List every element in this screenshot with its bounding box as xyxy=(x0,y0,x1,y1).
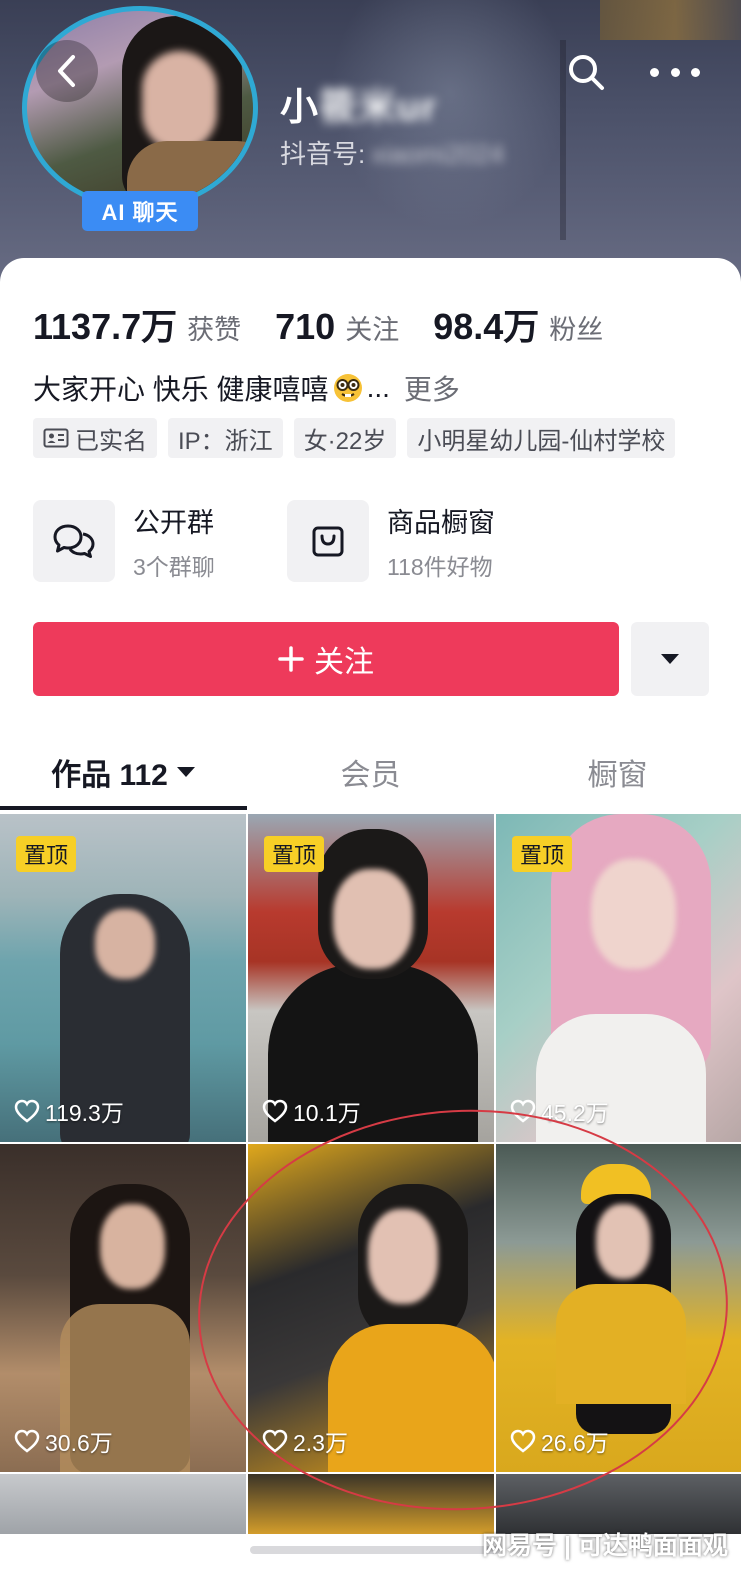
public-group-title: 公开群 xyxy=(133,507,214,538)
tag-ip: IP：浙江 xyxy=(168,418,283,458)
ai-chat-badge[interactable]: AI 聊天 xyxy=(82,191,198,231)
content-tabs: 作品 112 会员 橱窗 xyxy=(0,734,741,810)
tab-showcase[interactable]: 橱窗 xyxy=(494,734,741,810)
feature-row: 公开群 3个群聊 商品橱窗 118件好物 xyxy=(33,500,541,582)
tab-works-label: 作品 112 xyxy=(51,759,168,792)
tag-school[interactable]: 小明星幼儿园-仙村学校 xyxy=(407,418,676,458)
bio-more-link[interactable]: 更多 xyxy=(404,368,460,408)
douyin-id-label: 抖音号: xyxy=(280,139,366,169)
shop-window-title: 商品橱窗 xyxy=(387,507,495,538)
follow-button[interactable]: 关注 xyxy=(33,622,619,696)
followers-label[interactable]: 粉丝 xyxy=(549,308,603,347)
shopping-bag-icon xyxy=(287,500,369,582)
followers-count[interactable]: 98.4万 xyxy=(433,298,539,350)
search-icon[interactable] xyxy=(566,52,606,92)
like-count: 2.3万 xyxy=(262,1424,348,1458)
heart-icon xyxy=(262,1429,288,1453)
chat-bubbles-icon xyxy=(33,500,115,582)
video-tile[interactable]: 置顶 119.3万 xyxy=(0,814,246,1142)
profile-card: 1137.7万 获赞 710 关注 98.4万 粉丝 大家开心 快乐 健康嘻嘻 … xyxy=(0,258,742,1538)
nickname: 小筱米ur xyxy=(280,87,438,129)
like-count: 119.3万 xyxy=(14,1094,124,1128)
home-indicator xyxy=(250,1546,500,1554)
follow-button-label: 关注 xyxy=(314,646,374,679)
stats-row: 1137.7万 获赞 710 关注 98.4万 粉丝 xyxy=(33,298,637,350)
header-background-art-2 xyxy=(600,0,750,40)
more-options-icon[interactable] xyxy=(650,52,700,92)
video-tile[interactable] xyxy=(248,1474,494,1534)
douyin-id-value: xiaomi2024 xyxy=(371,139,505,169)
tag-row: 已实名 IP：浙江 女·22岁 小明星幼儿园-仙村学校 xyxy=(33,418,676,458)
shop-window-entry[interactable]: 商品橱窗 118件好物 xyxy=(287,500,541,582)
heart-icon xyxy=(14,1429,40,1453)
caret-down-icon xyxy=(661,654,679,664)
video-tile[interactable]: 26.6万 xyxy=(496,1144,742,1472)
video-tile[interactable] xyxy=(0,1474,246,1534)
tag-verified[interactable]: 已实名 xyxy=(33,418,157,458)
like-count: 26.6万 xyxy=(510,1424,609,1458)
video-tile[interactable]: 置顶 45.2万 xyxy=(496,814,742,1142)
pinned-badge: 置顶 xyxy=(512,836,573,872)
douyin-id[interactable]: 抖音号: xiaomi2024 xyxy=(280,134,504,171)
public-group-count: 3个群聊 xyxy=(133,553,215,580)
tag-verified-label: 已实名 xyxy=(75,427,147,455)
tab-works[interactable]: 作品 112 xyxy=(0,734,247,810)
shop-window-count: 118件好物 xyxy=(387,553,493,580)
following-label[interactable]: 关注 xyxy=(345,308,399,347)
heart-icon xyxy=(510,1429,536,1453)
following-count[interactable]: 710 xyxy=(275,306,335,348)
plus-icon xyxy=(278,646,304,672)
bio: 大家开心 快乐 健康嘻嘻 ... 更多 xyxy=(33,368,460,408)
likes-label: 获赞 xyxy=(187,315,242,345)
nerd-face-icon xyxy=(333,373,363,403)
likes-count: 1137.7万 xyxy=(33,306,178,347)
bio-ellipsis: ... xyxy=(366,372,390,403)
bio-text: 大家开心 快乐 健康嘻嘻 xyxy=(33,374,329,405)
watermark: 网易号 | 可达鸭面面观 xyxy=(482,1532,728,1560)
video-tile[interactable]: 30.6万 xyxy=(0,1144,246,1472)
like-count: 45.2万 xyxy=(510,1094,609,1128)
tag-gender-age: 女·22岁 xyxy=(293,418,397,458)
caret-down-icon xyxy=(176,767,195,777)
profile-header: AI 聊天 小筱米ur 抖音号: xiaomi2024 xyxy=(0,0,750,300)
video-tile[interactable] xyxy=(496,1474,742,1534)
like-count: 10.1万 xyxy=(262,1094,361,1128)
right-gutter xyxy=(741,0,750,1587)
recommend-dropdown-button[interactable] xyxy=(631,622,709,696)
active-tab-indicator xyxy=(0,806,247,810)
avatar[interactable] xyxy=(22,6,258,210)
public-group-entry[interactable]: 公开群 3个群聊 xyxy=(33,500,287,582)
pinned-badge: 置顶 xyxy=(16,836,77,872)
heart-icon xyxy=(14,1099,40,1123)
heart-icon xyxy=(262,1099,288,1123)
video-tile[interactable]: 置顶 10.1万 xyxy=(248,814,494,1142)
back-button[interactable] xyxy=(36,40,98,102)
ai-chat-label: AI 聊天 xyxy=(101,200,179,225)
heart-icon xyxy=(510,1099,536,1123)
id-card-icon xyxy=(43,428,69,448)
nickname-blurred: 筱米ur xyxy=(319,87,438,129)
video-tile[interactable]: 2.3万 xyxy=(248,1144,494,1472)
tab-membership[interactable]: 会员 xyxy=(247,734,494,810)
like-count: 30.6万 xyxy=(14,1424,113,1458)
chevron-left-icon xyxy=(58,55,75,87)
pinned-badge: 置顶 xyxy=(264,836,325,872)
